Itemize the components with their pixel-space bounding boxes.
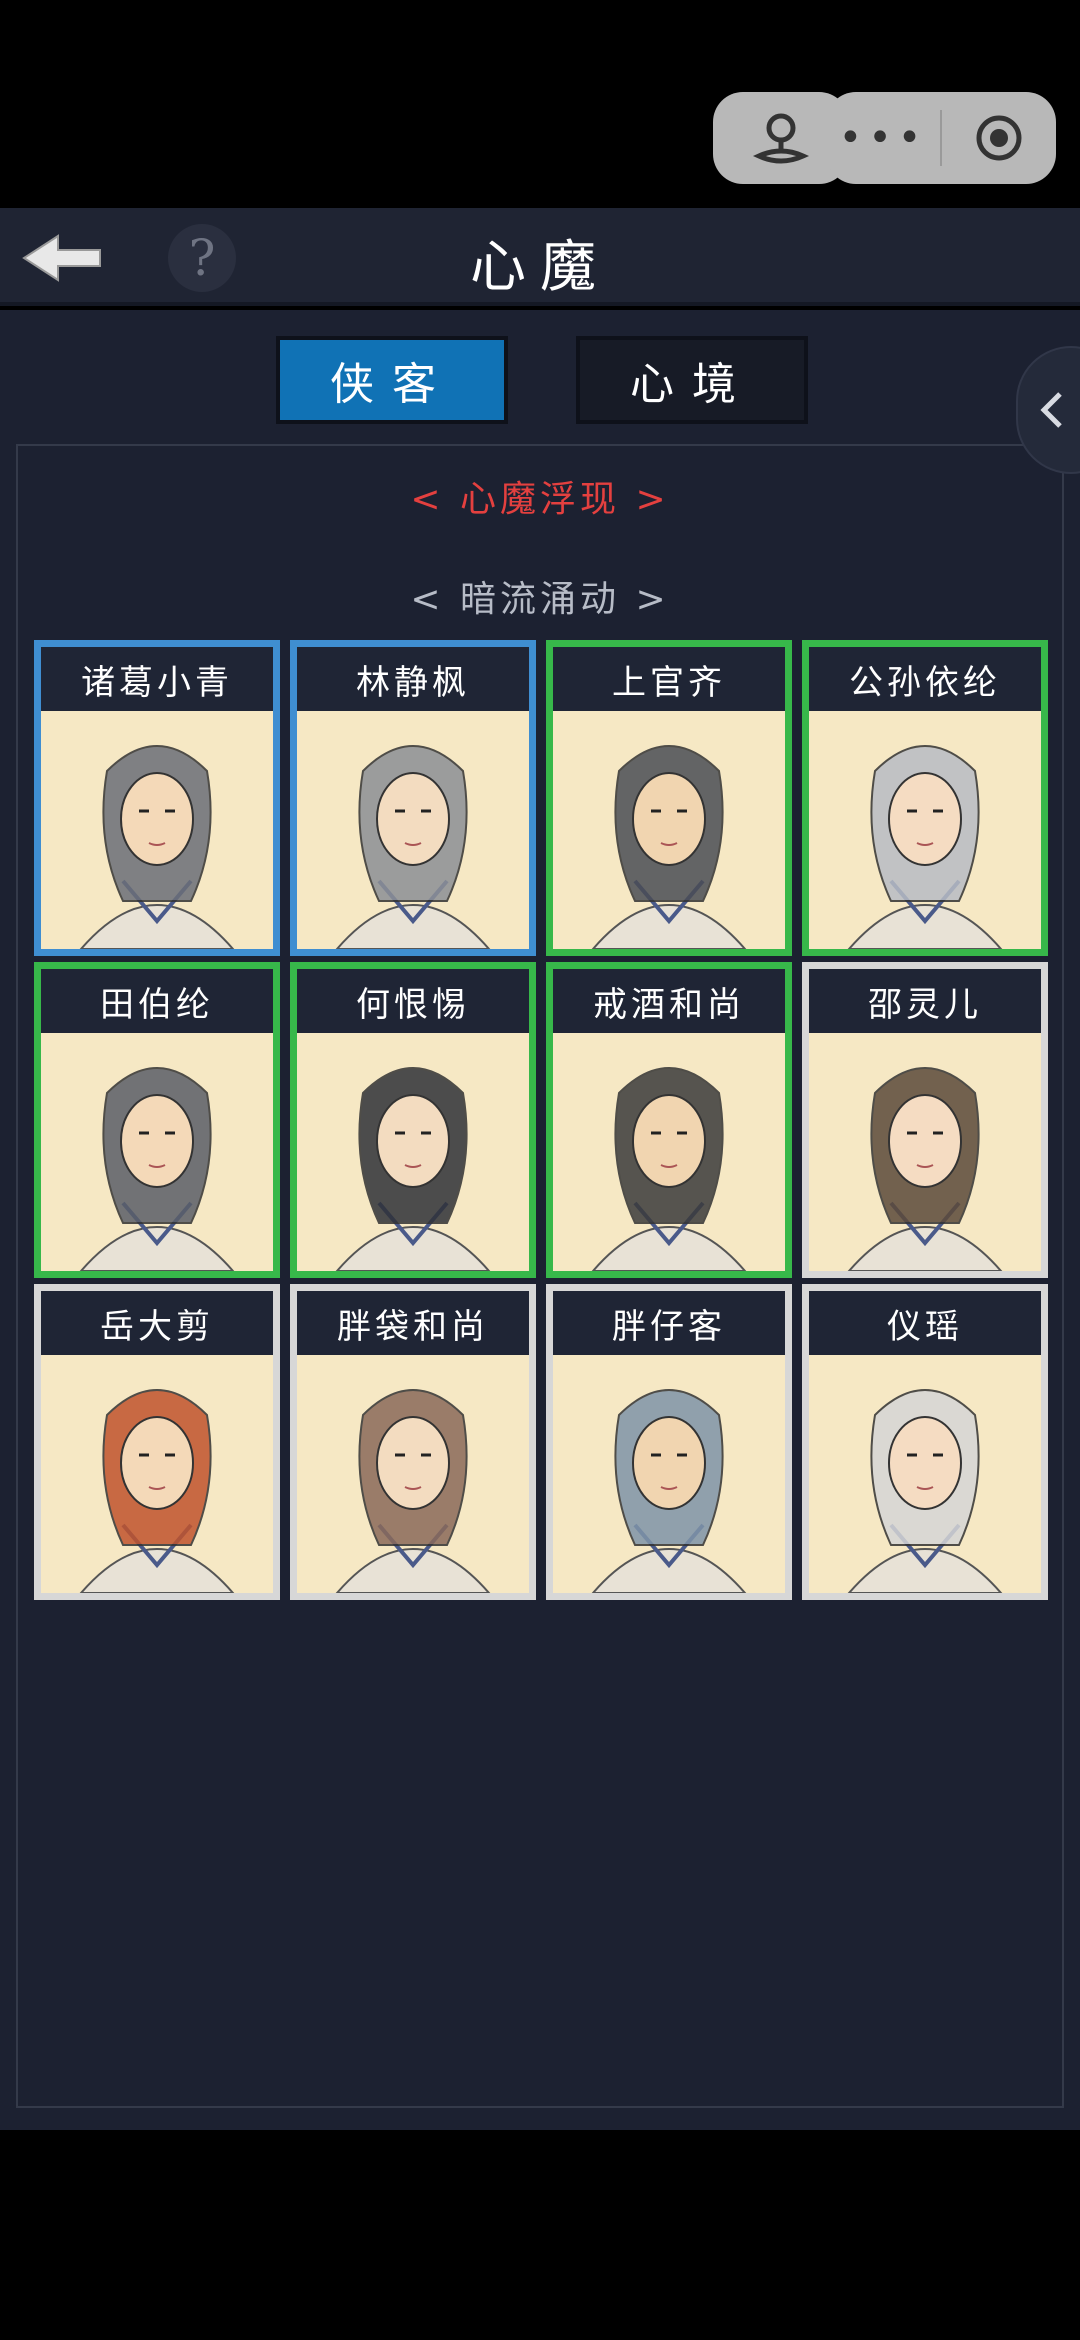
tab-xinjing[interactable]: 心境 — [576, 336, 808, 424]
character-portrait — [41, 1033, 273, 1271]
character-name: 田伯纶 — [41, 969, 273, 1033]
character-portrait — [809, 1033, 1041, 1271]
bottom-bar — [0, 2130, 1080, 2340]
section-heading-red: < 心魔浮现 > — [410, 479, 670, 520]
character-card[interactable]: 戒酒和尚 — [546, 962, 792, 1278]
character-card[interactable]: 何恨惕 — [290, 962, 536, 1278]
character-name: 诸葛小青 — [41, 647, 273, 711]
character-portrait — [553, 1033, 785, 1271]
character-card[interactable]: 公孙依纶 — [802, 640, 1048, 956]
joystick-icon — [752, 113, 810, 164]
character-card[interactable]: 岳大剪 — [34, 1284, 280, 1600]
character-name: 仪瑶 — [809, 1291, 1041, 1355]
character-name: 岳大剪 — [41, 1291, 273, 1355]
character-name: 邵灵儿 — [809, 969, 1041, 1033]
character-portrait — [297, 1355, 529, 1593]
character-card[interactable]: 胖袋和尚 — [290, 1284, 536, 1600]
character-card[interactable]: 田伯纶 — [34, 962, 280, 1278]
close-target-icon[interactable] — [942, 110, 1056, 166]
character-portrait — [297, 1033, 529, 1271]
character-name: 胖袋和尚 — [297, 1291, 529, 1355]
header-bar: ? 心魔 — [0, 208, 1080, 306]
character-portrait — [41, 1355, 273, 1593]
character-card[interactable]: 上官齐 — [546, 640, 792, 956]
character-portrait — [809, 1355, 1041, 1593]
character-portrait — [553, 711, 785, 949]
character-name: 戒酒和尚 — [553, 969, 785, 1033]
section-heading-gray: < 暗流涌动 > — [410, 579, 670, 620]
character-card[interactable]: 诸葛小青 — [34, 640, 280, 956]
character-name: 林静枫 — [297, 647, 529, 711]
character-name: 上官齐 — [553, 647, 785, 711]
character-card[interactable]: 林静枫 — [290, 640, 536, 956]
chevron-left-icon — [1040, 392, 1062, 428]
character-portrait — [553, 1355, 785, 1593]
character-name: 何恨惕 — [297, 969, 529, 1033]
mini-program-capsule: ••• — [826, 92, 1056, 184]
character-card[interactable]: 胖仔客 — [546, 1284, 792, 1600]
tab-xiake[interactable]: 侠客 — [276, 336, 508, 424]
character-portrait — [41, 711, 273, 949]
character-card[interactable]: 仪瑶 — [802, 1284, 1048, 1600]
character-portrait — [809, 711, 1041, 949]
character-portrait — [297, 711, 529, 949]
status-area: ••• — [0, 0, 1080, 208]
character-card[interactable]: 邵灵儿 — [802, 962, 1048, 1278]
character-name: 公孙依纶 — [809, 647, 1041, 711]
character-name: 胖仔客 — [553, 1291, 785, 1355]
more-icon[interactable]: ••• — [826, 115, 940, 161]
page-title: 心魔 — [470, 235, 610, 300]
